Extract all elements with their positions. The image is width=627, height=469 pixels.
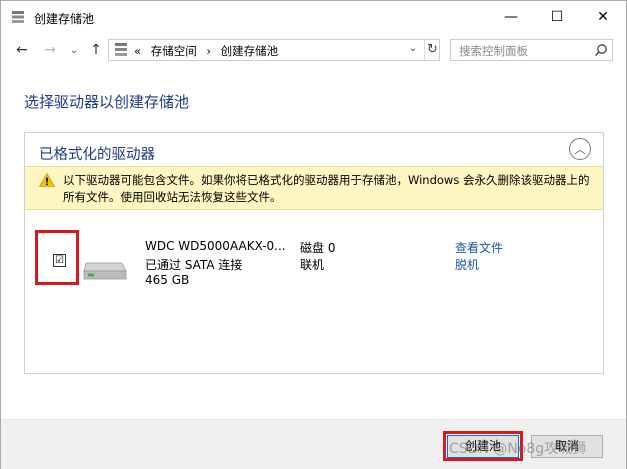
title-bar: 创建存储池 — ☐ ✕ bbox=[1, 1, 626, 33]
breadcrumb-separator: › bbox=[206, 44, 211, 58]
formatted-drives-panel: 已格式化的驱动器 ︿ 以下驱动器可能包含文件。如果你将已格式化的驱动器用于存储池… bbox=[24, 132, 604, 374]
warning-text: 以下驱动器可能包含文件。如果你将已格式化的驱动器用于存储池，Windows 会永… bbox=[63, 173, 590, 204]
take-offline-link[interactable]: 脱机 bbox=[455, 256, 479, 273]
view-files-link[interactable]: 查看文件 bbox=[455, 239, 503, 256]
forward-arrow-icon[interactable]: → bbox=[41, 39, 59, 61]
search-placeholder: 搜索控制面板 bbox=[459, 44, 528, 58]
breadcrumb-storage-spaces[interactable]: 存储空间 bbox=[151, 44, 197, 58]
main-content: 选择驱动器以创建存储池 已格式化的驱动器 ︿ 以下驱动器可能包含文件。如果你将已… bbox=[1, 65, 626, 419]
storage-spaces-icon bbox=[115, 43, 127, 56]
address-dropdown-icon[interactable]: ⌄ bbox=[406, 43, 420, 57]
drive-name: WDC WD5000AAKX-0... bbox=[145, 239, 286, 253]
disk-number: 磁盘 0 bbox=[300, 241, 336, 255]
collapse-chevron-icon[interactable]: ︿ bbox=[569, 138, 591, 160]
storage-spaces-icon bbox=[12, 11, 24, 23]
close-button[interactable]: ✕ bbox=[580, 1, 626, 33]
disk-status: 联机 bbox=[300, 258, 325, 272]
address-bar-row: ← → ⌄ ↑ « 存储空间 › 创建存储池 ⌄ ↻ 搜索控制面板 bbox=[1, 35, 626, 65]
drive-size: 465 GB bbox=[145, 273, 190, 287]
breadcrumb: « 存储空间 › 创建存储池 bbox=[134, 43, 284, 59]
panel-title: 已格式化的驱动器 bbox=[39, 147, 155, 163]
page-title: 选择驱动器以创建存储池 bbox=[24, 93, 190, 111]
recent-locations-chevron-icon[interactable]: ⌄ bbox=[65, 39, 83, 61]
breadcrumb-overflow[interactable]: « bbox=[134, 44, 141, 58]
watermark: CSDN @No8g攻城狮 bbox=[449, 441, 587, 457]
refresh-icon[interactable]: ↻ bbox=[424, 40, 440, 60]
breadcrumb-create-pool[interactable]: 创建存储池 bbox=[221, 44, 279, 58]
maximize-button[interactable]: ☐ bbox=[534, 1, 580, 33]
search-input[interactable]: 搜索控制面板 bbox=[450, 39, 613, 61]
search-icon bbox=[594, 44, 607, 57]
address-field[interactable]: « 存储空间 › 创建存储池 ⌄ ↻ bbox=[108, 39, 440, 61]
hard-drive-icon bbox=[83, 262, 127, 280]
create-storage-pool-window: 创建存储池 — ☐ ✕ ← → ⌄ ↑ « 存储空间 › 创建存储池 ⌄ ↻ 搜… bbox=[0, 0, 627, 469]
drive-list-item: ☑ WDC WD5000AAKX-0... 已通过 SATA 连接 465 GB… bbox=[25, 225, 603, 305]
window-title: 创建存储池 bbox=[34, 12, 95, 26]
dialog-footer: 创建池 取消 CSDN @No8g攻城狮 bbox=[1, 419, 626, 469]
minimize-button[interactable]: — bbox=[488, 1, 534, 33]
back-arrow-icon[interactable]: ← bbox=[13, 39, 31, 61]
warning-icon bbox=[39, 173, 55, 187]
up-arrow-icon[interactable]: ↑ bbox=[87, 39, 105, 61]
drive-connection: 已通过 SATA 连接 bbox=[145, 258, 243, 272]
warning-banner: 以下驱动器可能包含文件。如果你将已格式化的驱动器用于存储池，Windows 会永… bbox=[25, 166, 603, 210]
drive-select-checkbox[interactable]: ☑ bbox=[53, 254, 66, 267]
